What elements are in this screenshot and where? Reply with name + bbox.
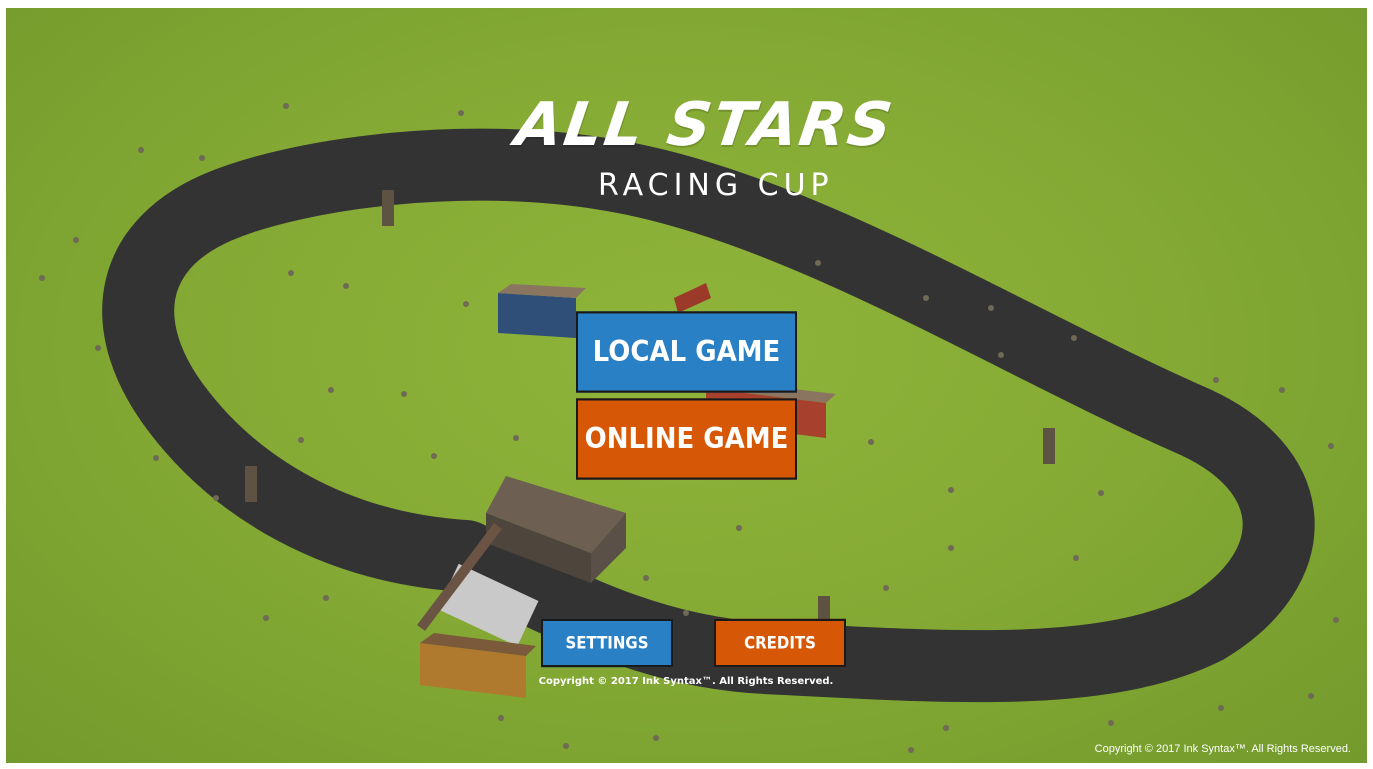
settings-label: SETTINGS	[565, 633, 649, 653]
copyright-corner: Copyright © 2017 Ink Syntax™. All Rights…	[1094, 743, 1351, 755]
credits-label: CREDITS	[744, 633, 816, 653]
credits-button[interactable]: CREDITS	[714, 618, 846, 668]
settings-button[interactable]: SETTINGS	[541, 618, 673, 668]
red-container	[674, 283, 711, 313]
tower	[382, 190, 394, 226]
game-logo: ALL STARS RACING CUP	[506, 90, 906, 210]
online-game-label: ONLINE GAME	[584, 422, 789, 456]
online-game-button[interactable]: ONLINE GAME	[576, 398, 797, 480]
logo-title: ALL STARS	[511, 90, 899, 160]
logo-subtitle: RACING CUP	[598, 168, 834, 203]
grandstand-top	[498, 284, 586, 338]
local-game-label: LOCAL GAME	[592, 335, 781, 369]
tower	[245, 466, 257, 502]
tower	[1043, 428, 1055, 464]
copyright-center: Copyright © 2017 Ink Syntax™. All Rights…	[538, 676, 834, 687]
local-game-button[interactable]: LOCAL GAME	[576, 311, 797, 393]
game-viewport: ALL STARS RACING CUP LOCAL GAME ONLINE G…	[6, 8, 1367, 763]
